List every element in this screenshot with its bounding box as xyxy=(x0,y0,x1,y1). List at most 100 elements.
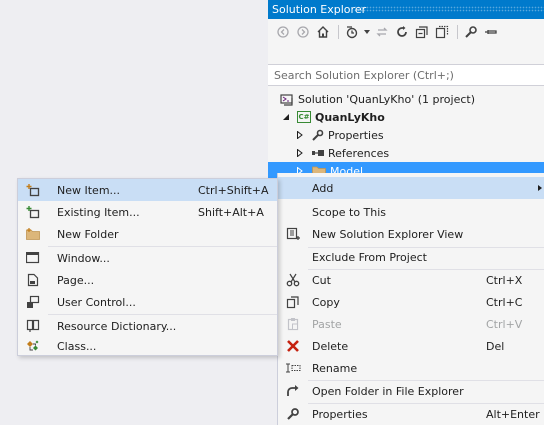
submenu-item-new-folder[interactable]: New Folder xyxy=(18,223,277,245)
new-folder-icon xyxy=(22,223,44,245)
pin-icon[interactable] xyxy=(482,23,500,41)
collapse-all-icon[interactable] xyxy=(413,23,431,41)
toolbar-separator xyxy=(457,25,458,39)
menu-item-scope-to-this[interactable]: Scope to This xyxy=(278,201,544,223)
scissors-icon xyxy=(282,269,304,291)
menu-item-paste[interactable]: Paste Ctrl+V xyxy=(278,313,544,335)
menu-item-properties[interactable]: Properties Alt+Enter xyxy=(278,403,544,425)
solution-explorer-search-input[interactable]: Search Solution Explorer (Ctrl+;) xyxy=(268,64,544,86)
submenu-item-label: New Item... xyxy=(57,183,121,197)
menu-item-label: Cut xyxy=(312,273,331,287)
submenu-item-page[interactable]: Page... xyxy=(18,269,277,291)
show-all-files-icon[interactable] xyxy=(433,23,451,41)
sync-icon[interactable] xyxy=(373,23,391,41)
solution-explorer-toolbar xyxy=(268,21,544,43)
title-grip xyxy=(354,6,544,12)
menu-item-new-solution-explorer-view[interactable]: New Solution Explorer View xyxy=(278,223,544,245)
wrench-icon xyxy=(312,129,324,141)
rename-icon xyxy=(282,357,304,379)
menu-item-add[interactable]: Add xyxy=(278,177,544,199)
submenu-item-shortcut: Shift+Alt+A xyxy=(198,205,264,219)
tree-item-solution[interactable]: Solution 'QuanLyKho' (1 project) xyxy=(268,90,544,108)
wrench-icon xyxy=(282,403,304,425)
menu-item-open-folder-in-file-explorer[interactable]: Open Folder in File Explorer xyxy=(278,380,544,402)
csharp-project-icon: C# xyxy=(297,111,311,123)
menu-item-label: Copy xyxy=(312,295,340,309)
class-icon xyxy=(22,335,44,357)
collapsed-triangle-icon[interactable] xyxy=(295,131,305,139)
submenu-item-label: Existing Item... xyxy=(57,205,140,219)
menu-item-label: Paste xyxy=(312,317,342,331)
tree-item-label: References xyxy=(328,146,390,160)
submenu-item-label: Window... xyxy=(57,251,110,265)
resource-dictionary-icon xyxy=(22,315,44,337)
csharp-badge-text: C# xyxy=(298,113,310,121)
tree-item-label: QuanLyKho xyxy=(315,110,385,124)
menu-item-label: Open Folder in File Explorer xyxy=(312,384,464,398)
submenu-item-resource-dictionary[interactable]: Resource Dictionary... xyxy=(18,315,277,337)
home-icon[interactable] xyxy=(314,23,332,41)
existing-item-icon xyxy=(22,201,44,223)
submenu-item-window[interactable]: Window... xyxy=(18,247,277,269)
dropdown-icon[interactable] xyxy=(363,23,371,41)
tree-item-label: Properties xyxy=(328,128,384,142)
submenu-item-label: Resource Dictionary... xyxy=(57,319,177,333)
solution-icon xyxy=(280,93,294,106)
submenu-item-shortcut: Ctrl+Shift+A xyxy=(198,183,269,197)
menu-item-label: Scope to This xyxy=(312,205,387,219)
menu-item-label: Delete xyxy=(312,339,349,353)
submenu-item-class[interactable]: Class... xyxy=(18,335,277,357)
solution-explorer-panel: Solution Explorer Search Solution Explor… xyxy=(268,0,544,180)
forward-icon[interactable] xyxy=(294,23,312,41)
submenu-item-label: Page... xyxy=(57,273,95,287)
submenu-item-label: User Control... xyxy=(57,295,136,309)
expanded-triangle-icon[interactable] xyxy=(281,114,291,120)
menu-item-shortcut: Ctrl+V xyxy=(486,317,523,331)
submenu-item-new-item[interactable]: New Item... Ctrl+Shift+A xyxy=(18,179,277,201)
user-control-icon xyxy=(22,291,44,313)
copy-icon xyxy=(282,291,304,313)
add-submenu: New Item... Ctrl+Shift+A Existing Item..… xyxy=(17,178,278,356)
menu-item-delete[interactable]: Delete Del xyxy=(278,335,544,357)
menu-item-cut[interactable]: Cut Ctrl+X xyxy=(278,269,544,291)
menu-item-label: Exclude From Project xyxy=(312,250,427,264)
menu-item-label: Rename xyxy=(312,361,358,375)
toolbar-separator xyxy=(338,25,339,39)
submenu-item-existing-item[interactable]: Existing Item... Shift+Alt+A xyxy=(18,201,277,223)
history-icon[interactable] xyxy=(343,23,361,41)
submenu-item-label: New Folder xyxy=(57,227,119,241)
menu-item-label: Add xyxy=(312,181,334,195)
tree-item-properties[interactable]: Properties xyxy=(268,126,544,144)
properties-icon[interactable] xyxy=(462,23,480,41)
solution-explorer-title: Solution Explorer xyxy=(272,3,367,16)
page-icon xyxy=(22,269,44,291)
menu-item-shortcut: Ctrl+C xyxy=(486,295,523,309)
menu-item-exclude-from-project[interactable]: Exclude From Project xyxy=(278,246,544,268)
menu-item-shortcut: Ctrl+X xyxy=(486,273,523,287)
menu-item-copy[interactable]: Copy Ctrl+C xyxy=(278,291,544,313)
collapsed-triangle-icon[interactable] xyxy=(295,149,305,157)
solution-explorer-title-bar[interactable]: Solution Explorer xyxy=(268,0,544,19)
tree-item-references[interactable]: References xyxy=(268,144,544,162)
screen: Solution Explorer Search Solution Explor… xyxy=(0,0,544,425)
menu-item-label: New Solution Explorer View xyxy=(312,227,464,241)
submenu-arrow-icon xyxy=(538,185,542,191)
delete-x-icon xyxy=(282,335,304,357)
context-menu: Add Scope to This New Solution Explorer … xyxy=(277,173,544,425)
tree-item-label: Solution 'QuanLyKho' (1 project) xyxy=(298,92,475,106)
refresh-icon[interactable] xyxy=(393,23,411,41)
menu-item-shortcut: Alt+Enter xyxy=(486,407,540,421)
tree-item-project[interactable]: C# QuanLyKho xyxy=(268,108,544,126)
menu-item-rename[interactable]: Rename xyxy=(278,357,544,379)
open-folder-arrow-icon xyxy=(282,380,304,402)
paste-icon xyxy=(282,313,304,335)
window-icon xyxy=(22,247,44,269)
menu-item-shortcut: Del xyxy=(486,339,505,353)
submenu-item-label: Class... xyxy=(57,339,97,353)
new-item-icon xyxy=(22,179,44,201)
submenu-item-user-control[interactable]: User Control... xyxy=(18,291,277,313)
references-icon xyxy=(312,149,324,157)
back-icon[interactable] xyxy=(274,23,292,41)
search-placeholder: Search Solution Explorer (Ctrl+;) xyxy=(274,69,454,82)
menu-item-label: Properties xyxy=(312,407,368,421)
